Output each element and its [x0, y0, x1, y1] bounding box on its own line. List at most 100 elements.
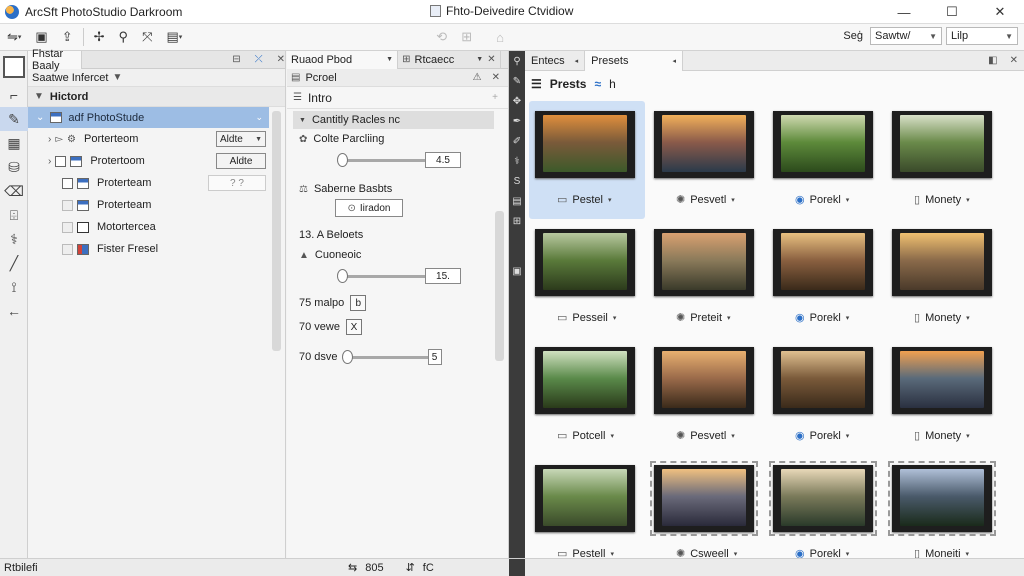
- eyedropper-icon[interactable]: ⚕: [0, 227, 28, 251]
- edit-icon[interactable]: ✐: [509, 131, 525, 151]
- grid-icon[interactable]: ⊞: [454, 26, 479, 48]
- crop-icon[interactable]: ⌐: [0, 83, 28, 107]
- close-button[interactable]: ✕: [976, 0, 1024, 24]
- tab-entecs[interactable]: Entecs ◂: [525, 50, 586, 71]
- add-icon[interactable]: +: [492, 92, 498, 103]
- slider-value[interactable]: 4.5: [425, 152, 461, 168]
- preset-thumbnail[interactable]: ◉ Porekl ▾: [773, 347, 891, 457]
- list-item[interactable]: › ▻ ⚙ Porterteom Aldte ▼: [28, 128, 285, 150]
- select-frame-icon[interactable]: [3, 56, 25, 78]
- balance-button[interactable]: ⊙ Iiradon: [335, 199, 403, 217]
- pen-icon[interactable]: ✒: [509, 111, 525, 131]
- tab-round[interactable]: Ruaod Pbod ▼: [287, 50, 399, 69]
- tree-selected-item[interactable]: ⌄ adf PhotoStude ⌄: [28, 107, 269, 128]
- ruler-icon[interactable]: ⟟: [0, 275, 28, 299]
- preset-thumbnail[interactable]: ◉ Porekl ▾: [773, 229, 891, 339]
- slider-knob[interactable]: [341, 350, 353, 364]
- preset-label[interactable]: ▯ Monety ▾: [914, 193, 970, 207]
- value-box[interactable]: X: [345, 319, 362, 335]
- checkbox[interactable]: [62, 199, 73, 211]
- preset-label[interactable]: ▯ Monety ▾: [914, 311, 970, 325]
- preset-thumbnail[interactable]: ▭ Pesseil ▾: [535, 229, 653, 339]
- preset-label[interactable]: ✺ Pesvetl ▾: [676, 193, 735, 207]
- sync-icon[interactable]: ⟲: [429, 26, 454, 48]
- checkbox[interactable]: [62, 177, 73, 189]
- text-icon[interactable]: S: [509, 171, 525, 191]
- save-icon[interactable]: ▣: [28, 26, 54, 48]
- filter-icon[interactable]: ⚲: [509, 51, 525, 71]
- preset-label[interactable]: ◉ Porekl ▾: [795, 429, 849, 443]
- undo-history-icon[interactable]: ⇋ ▾: [0, 26, 28, 48]
- export-icon[interactable]: ⇪: [55, 26, 80, 48]
- layout-icon[interactable]: ▤ ▾: [159, 26, 189, 48]
- checkbox[interactable]: [62, 221, 73, 233]
- maximize-button[interactable]: ☐: [928, 0, 976, 24]
- move-icon[interactable]: ✥: [509, 91, 525, 111]
- search-icon[interactable]: ⚲: [112, 26, 136, 48]
- color-slider[interactable]: 4.5: [327, 149, 461, 171]
- preset-label[interactable]: ◉ Porekl ▾: [795, 311, 849, 325]
- minimize-button[interactable]: —: [880, 0, 928, 24]
- adjust-intro[interactable]: ☰ Intro +: [287, 87, 508, 109]
- preset-label[interactable]: ▭ Potcell ▾: [557, 429, 614, 443]
- section-header[interactable]: ▼ Cantitly Racles nc: [293, 111, 494, 129]
- close-panel-icon[interactable]: ✕: [277, 54, 285, 65]
- brush-icon[interactable]: ✎: [0, 107, 28, 131]
- preset-thumbnail[interactable]: ✺ Pesvetl ▾: [654, 347, 772, 457]
- tree-root[interactable]: ▼ Hictord: [28, 87, 285, 107]
- restore-icon[interactable]: ◧: [988, 55, 997, 66]
- bucket-icon[interactable]: ⛁: [0, 155, 28, 179]
- close-panel-icon[interactable]: ✕: [487, 54, 495, 65]
- filter-icon[interactable]: ▼: [112, 72, 122, 83]
- grid-icon[interactable]: ⊞: [509, 211, 525, 231]
- panel-menu-icon[interactable]: ⊟: [232, 54, 240, 65]
- brush-icon[interactable]: ✎: [509, 71, 525, 91]
- list-item[interactable]: › Protertoom Aldte: [28, 150, 285, 172]
- slider-knob[interactable]: [337, 269, 348, 283]
- preset-thumbnail[interactable]: ▯ Monety ▾: [892, 111, 1010, 221]
- stamp-icon[interactable]: ⌹: [0, 203, 28, 227]
- preset-thumbnail[interactable]: ◉ Porekl ▾: [773, 111, 891, 221]
- image-icon[interactable]: ▣: [509, 261, 525, 281]
- tab-library[interactable]: Fhstar Baaly: [28, 48, 83, 72]
- layers-icon[interactable]: ▤: [509, 191, 525, 211]
- dropper-icon[interactable]: ⚕: [509, 151, 525, 171]
- preset-label[interactable]: ▯ Monety ▾: [914, 429, 970, 443]
- history-icon[interactable]: ⌂: [489, 26, 511, 48]
- value-box[interactable]: b: [350, 295, 367, 311]
- preset-thumbnail[interactable]: ✺ Preteit ▾: [654, 229, 772, 339]
- density-slider[interactable]: 5: [341, 346, 442, 368]
- preset-thumbnail[interactable]: ✺ Pesvetl ▾: [654, 111, 772, 221]
- tab-process[interactable]: ⊞ Rtcaecc ▼ ✕: [398, 50, 501, 69]
- line-icon[interactable]: ╱: [0, 251, 28, 275]
- pin-icon[interactable]: ✢: [87, 26, 112, 48]
- slider-value[interactable]: 5: [427, 349, 442, 365]
- close-icon[interactable]: ✕: [492, 72, 500, 83]
- checkbox[interactable]: [62, 243, 73, 255]
- view-select[interactable]: Sawtw/ ▼: [870, 27, 942, 45]
- pin-panel-icon[interactable]: ⤫: [255, 54, 263, 65]
- library-filter[interactable]: Saatwe Infercet ▼: [28, 69, 285, 87]
- checkbox[interactable]: [55, 155, 67, 167]
- close-icon[interactable]: ✕: [1010, 55, 1018, 66]
- menu-icon[interactable]: ☰: [531, 77, 542, 91]
- tab-presets[interactable]: Presets ◂: [585, 50, 683, 71]
- preset-thumbnail[interactable]: ▯ Monety ▾: [892, 229, 1010, 339]
- preset-thumbnail[interactable]: ▭ Pestel ▾: [529, 101, 653, 221]
- noise-icon[interactable]: ▦: [0, 131, 28, 155]
- preset-label[interactable]: ▭ Pesseil ▾: [557, 311, 616, 325]
- preset-label[interactable]: ✺ Pesvetl ▾: [676, 429, 735, 443]
- eraser-icon[interactable]: ⌫: [0, 179, 28, 203]
- warning-icon[interactable]: ⚠: [473, 72, 482, 83]
- list-item[interactable]: Fister Fresel: [28, 238, 285, 260]
- slider-value[interactable]: 15.: [425, 268, 461, 284]
- list-item-button[interactable]: Aldte: [216, 153, 266, 169]
- arrow-left-icon[interactable]: ←: [0, 299, 28, 323]
- scrollbar[interactable]: [495, 211, 504, 361]
- preset-thumbnail[interactable]: ▯ Monety ▾: [892, 347, 1010, 457]
- list-item[interactable]: Motortercea: [28, 216, 285, 238]
- curve-slider[interactable]: 15.: [327, 265, 461, 287]
- preset-label[interactable]: ✺ Preteit ▾: [676, 311, 731, 325]
- slider-knob[interactable]: [337, 153, 348, 167]
- transform-icon[interactable]: ⤧: [135, 26, 159, 48]
